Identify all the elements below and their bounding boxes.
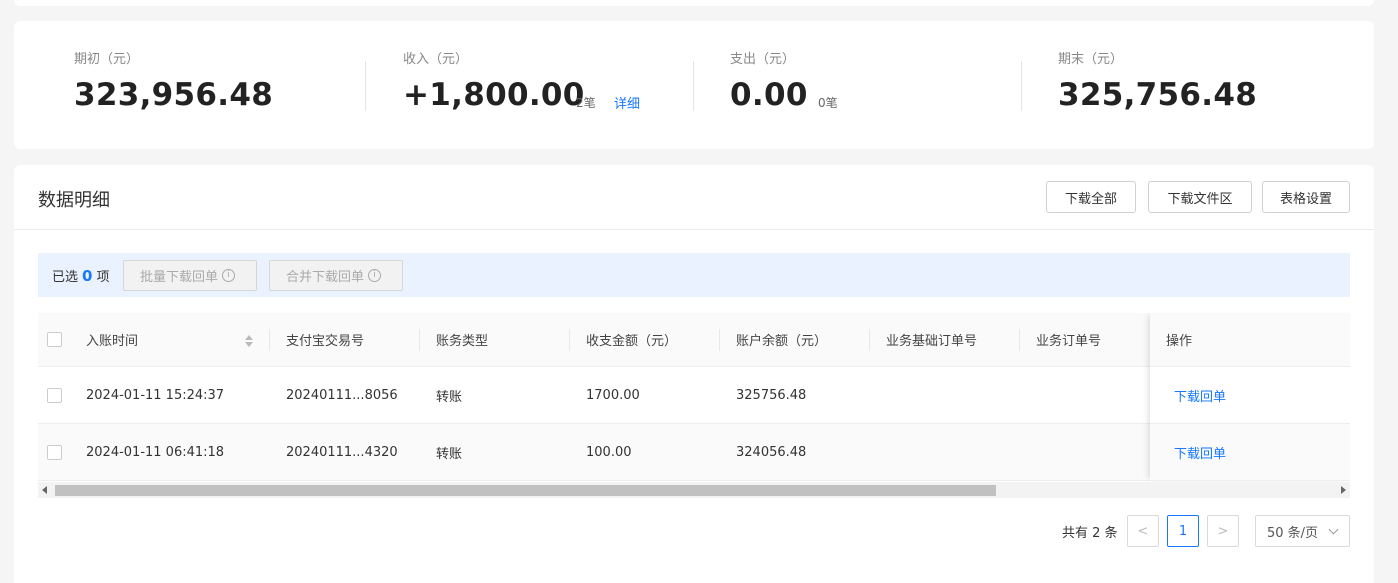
select-all-checkbox[interactable]	[47, 332, 62, 347]
selection-count: 0	[82, 267, 93, 285]
page-size-select[interactable]: 50 条/页	[1255, 515, 1350, 547]
fixed-action-column-shadow	[1150, 313, 1350, 481]
closing-value: 325,756.48	[1058, 77, 1258, 113]
cell-amount: 1700.00	[586, 387, 640, 403]
stat-divider	[693, 61, 694, 111]
page-number-button[interactable]: 1	[1167, 515, 1199, 547]
column-header: 业务基础订单号	[886, 334, 978, 349]
page-size-label: 50 条/页	[1267, 525, 1319, 541]
closing-label: 期末（元）	[1058, 52, 1124, 67]
opening-label: 期初（元）	[74, 52, 140, 67]
batch-download-button[interactable]: 批量下载回单 i	[123, 260, 257, 291]
column-header: 账户余额（元）	[736, 334, 828, 349]
column-header: 账务类型	[436, 334, 489, 349]
table-settings-button[interactable]: 表格设置	[1262, 181, 1350, 213]
info-icon: i	[222, 269, 236, 282]
cell-trade-no: 20240111...8056	[286, 387, 398, 403]
header-divider	[14, 229, 1374, 230]
chevron-down-icon	[1328, 524, 1339, 535]
scroll-left-icon[interactable]	[42, 486, 47, 494]
row-checkbox[interactable]	[47, 388, 62, 403]
selection-prefix: 已选	[52, 270, 79, 285]
cell-time: 2024-01-11 06:41:18	[86, 444, 225, 460]
column-header: 收支金额（元）	[586, 334, 678, 349]
column-header: 业务订单号	[1036, 334, 1102, 349]
column-separator	[719, 329, 720, 351]
pagination-total: 共有 2 条	[1062, 526, 1118, 541]
cell-balance: 325756.48	[736, 387, 807, 403]
column-separator	[419, 329, 420, 351]
column-header: 入账时间	[86, 334, 139, 349]
next-page-button[interactable]: >	[1207, 515, 1239, 547]
expense-value: 0.00	[730, 77, 808, 113]
scroll-right-icon[interactable]	[1341, 486, 1346, 494]
income-count: 2笔	[576, 96, 596, 110]
cell-balance: 324056.48	[736, 444, 807, 460]
expense-label: 支出（元）	[730, 52, 796, 67]
cell-type: 转账	[436, 389, 463, 405]
selection-bar: 已选 0 项 批量下载回单 i 合并下载回单 i	[38, 253, 1350, 297]
cell-amount: 100.00	[586, 444, 632, 460]
cell-trade-no: 20240111...4320	[286, 444, 398, 460]
column-separator	[1019, 329, 1020, 351]
selection-suffix: 项	[96, 270, 110, 285]
sort-icon[interactable]	[244, 333, 254, 349]
horizontal-scrollbar[interactable]	[38, 482, 1350, 498]
stat-divider	[365, 61, 366, 111]
merge-download-label: 合并下载回单	[286, 270, 365, 285]
opening-value: 323,956.48	[74, 77, 274, 113]
stat-divider	[1021, 61, 1022, 111]
batch-download-label: 批量下载回单	[140, 270, 219, 285]
column-separator	[569, 329, 570, 351]
income-label: 收入（元）	[403, 52, 469, 67]
section-title: 数据明细	[38, 190, 110, 211]
merge-download-button[interactable]: 合并下载回单 i	[269, 260, 403, 291]
row-checkbox[interactable]	[47, 445, 62, 460]
income-detail-link[interactable]: 详细	[614, 93, 640, 112]
cell-time: 2024-01-11 15:24:37	[86, 387, 225, 403]
download-files-button[interactable]: 下载文件区	[1148, 181, 1252, 213]
info-icon: i	[368, 269, 382, 282]
data-table: 入账时间 支付宝交易号 账务类型 收支金额（元） 账户余额（元） 业务基础订单号…	[38, 313, 1350, 498]
selection-text: 已选 0 项	[52, 266, 109, 285]
column-separator	[869, 329, 870, 351]
column-separator	[269, 329, 270, 351]
expense-count: 0笔	[818, 96, 838, 110]
details-card: 数据明细 下载全部 下载文件区 表格设置 已选 0 项 批量下载回单 i 合并下载回…	[14, 165, 1374, 583]
column-header: 支付宝交易号	[286, 334, 365, 349]
cell-type: 转账	[436, 446, 463, 462]
scrollbar-thumb[interactable]	[55, 485, 996, 496]
income-value: +1,800.00	[403, 77, 585, 113]
download-all-button[interactable]: 下载全部	[1046, 181, 1136, 213]
prev-page-button[interactable]: <	[1127, 515, 1159, 547]
summary-card: 期初（元） 323,956.48 收入（元） +1,800.00 2笔 详细 支…	[14, 21, 1374, 149]
top-card-edge	[14, 0, 1374, 6]
